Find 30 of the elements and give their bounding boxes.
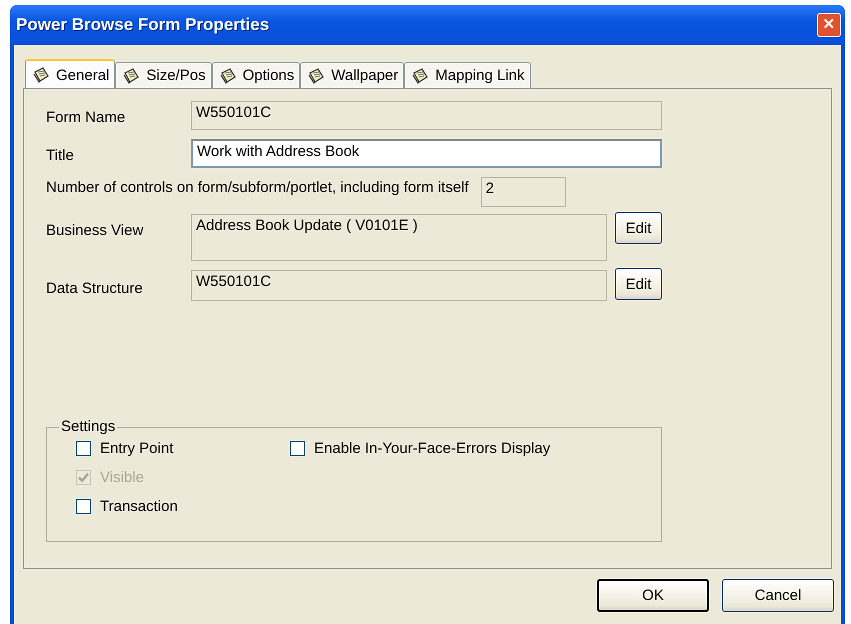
checkbox-label: Enable In-Your-Face-Errors Display	[314, 440, 550, 457]
text-field[interactable]: Work with Address Book	[191, 139, 662, 168]
tab[interactable]: Wallpaper	[300, 62, 404, 88]
dialog-button[interactable]: Cancel	[722, 579, 834, 612]
field-label: Business View	[46, 221, 144, 239]
checkbox-label: Visible	[100, 469, 144, 486]
close-button[interactable]: ✕	[817, 13, 841, 37]
group-title: Settings	[59, 418, 118, 435]
tab[interactable]: Mapping Link	[404, 62, 530, 88]
notebook-icon	[307, 66, 326, 84]
tab[interactable]: Size/Pos	[115, 62, 212, 88]
checkbox[interactable]	[76, 441, 91, 456]
checkbox[interactable]	[76, 499, 91, 514]
checkbox-label: Transaction	[100, 498, 178, 515]
checkbox-label: Entry Point	[100, 440, 174, 457]
notebook-icon	[32, 66, 50, 84]
notebook-icon	[122, 66, 140, 84]
checkbox[interactable]	[290, 441, 305, 456]
tab[interactable]: General	[25, 59, 116, 89]
edit-button[interactable]: Edit	[615, 268, 662, 300]
tab[interactable]: Options	[212, 62, 300, 88]
notebook-icon	[218, 66, 237, 84]
field-label: Title	[46, 146, 75, 164]
field-label: Form Name	[46, 108, 126, 126]
notebook-icon	[411, 66, 430, 84]
field-label: Data Structure	[46, 279, 144, 297]
window-title: Power Browse Form Properties	[16, 15, 270, 35]
dialog-button[interactable]: OK	[597, 579, 709, 612]
edit-button[interactable]: Edit	[615, 212, 662, 244]
field-label: Number of controls on form/subform/portlet, including form itself	[46, 179, 469, 196]
